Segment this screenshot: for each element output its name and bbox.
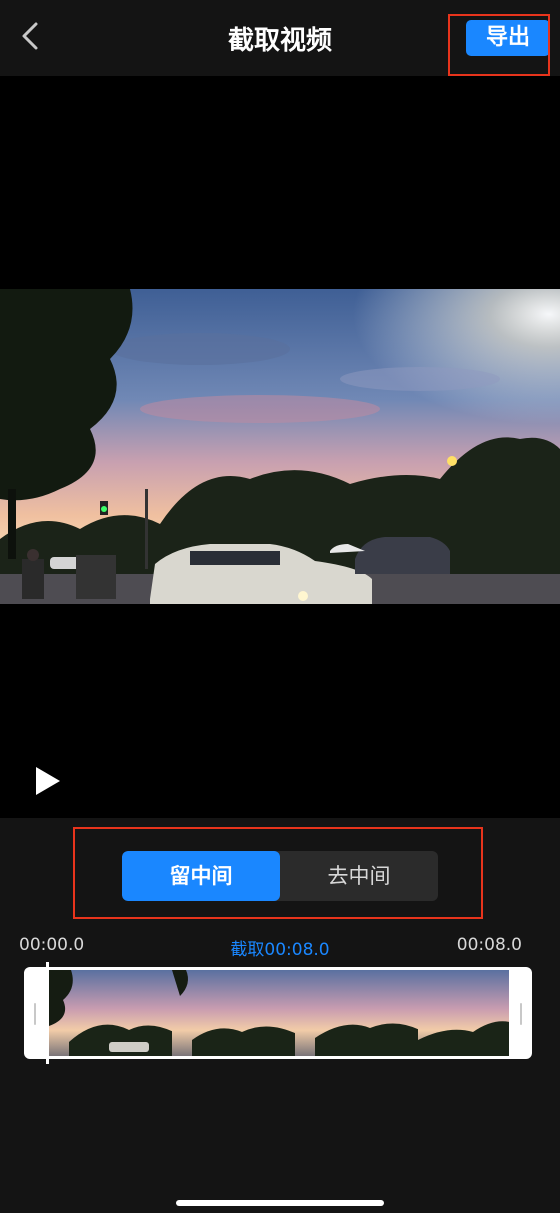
end-time-label: 00:08.0 <box>456 935 522 955</box>
video-frame <box>0 289 560 604</box>
right-trim-handle[interactable] <box>520 1003 522 1025</box>
trim-panel: 留中间 去中间 00:00.0 截取00:08.0 00:08.0 <box>0 818 560 1213</box>
back-button[interactable] <box>14 16 50 56</box>
chevron-left-icon <box>22 22 38 50</box>
trim-timeline[interactable] <box>24 967 532 1059</box>
trim-mode-segmented-control: 留中间 去中间 <box>122 851 438 901</box>
thumbnail-frame <box>49 970 174 1056</box>
thumbnail-frame <box>172 970 297 1056</box>
home-indicator[interactable] <box>176 1200 384 1206</box>
play-button[interactable] <box>32 764 64 798</box>
thumbnail-strip <box>49 970 509 1056</box>
playhead-cursor[interactable] <box>46 962 49 1064</box>
play-icon <box>36 767 60 795</box>
export-button[interactable]: 导出 <box>466 20 550 56</box>
top-bar: 截取视频 导出 <box>0 0 560 76</box>
sunset-street-scene <box>0 289 560 604</box>
video-preview <box>0 76 560 818</box>
left-trim-handle[interactable] <box>34 1003 36 1025</box>
keep-middle-option[interactable]: 留中间 <box>122 851 280 901</box>
thumbnail-frame <box>295 970 420 1056</box>
remove-middle-option[interactable]: 去中间 <box>280 851 438 901</box>
thumbnail-frame <box>418 970 509 1056</box>
